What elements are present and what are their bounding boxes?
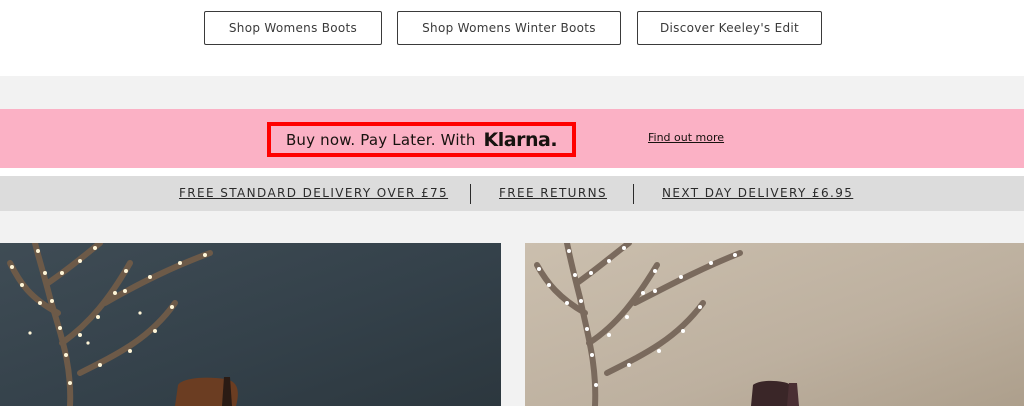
shop-womens-boots-button[interactable]: Shop Womens Boots bbox=[204, 11, 382, 45]
cta-strip: Shop Womens Boots Shop Womens Winter Boo… bbox=[0, 0, 1024, 76]
delivery-bar: FREE STANDARD DELIVERY OVER £75 FREE RET… bbox=[0, 176, 1024, 211]
divider bbox=[470, 184, 471, 204]
klarna-banner: Buy now. Pay Later. With Klarna. Find ou… bbox=[0, 109, 1024, 168]
discover-keeleys-edit-button[interactable]: Discover Keeley's Edit bbox=[637, 11, 822, 45]
fairy-light-branch-icon bbox=[534, 243, 799, 406]
free-returns-link[interactable]: FREE RETURNS bbox=[499, 186, 607, 200]
page: Shop Womens Boots Shop Womens Winter Boo… bbox=[0, 0, 1024, 406]
klarna-promo-text: Buy now. Pay Later. With bbox=[285, 130, 476, 149]
section-spacer bbox=[0, 76, 1024, 109]
divider bbox=[633, 184, 634, 204]
next-day-delivery-link[interactable]: NEXT DAY DELIVERY £6.95 bbox=[662, 186, 853, 200]
fairy-light-branch-icon bbox=[7, 243, 238, 406]
section-spacer bbox=[0, 168, 1024, 176]
shop-womens-winter-boots-button[interactable]: Shop Womens Winter Boots bbox=[397, 11, 621, 45]
product-image-left[interactable] bbox=[0, 243, 501, 406]
find-out-more-link[interactable]: Find out more bbox=[648, 131, 724, 144]
cta-row: Shop Womens Boots Shop Womens Winter Boo… bbox=[0, 11, 1024, 45]
product-image-right[interactable] bbox=[525, 243, 1024, 406]
klarna-promo[interactable]: Buy now. Pay Later. With Klarna. bbox=[267, 122, 576, 157]
klarna-logo: Klarna. bbox=[483, 128, 558, 151]
free-standard-delivery-link[interactable]: FREE STANDARD DELIVERY OVER £75 bbox=[179, 186, 448, 200]
